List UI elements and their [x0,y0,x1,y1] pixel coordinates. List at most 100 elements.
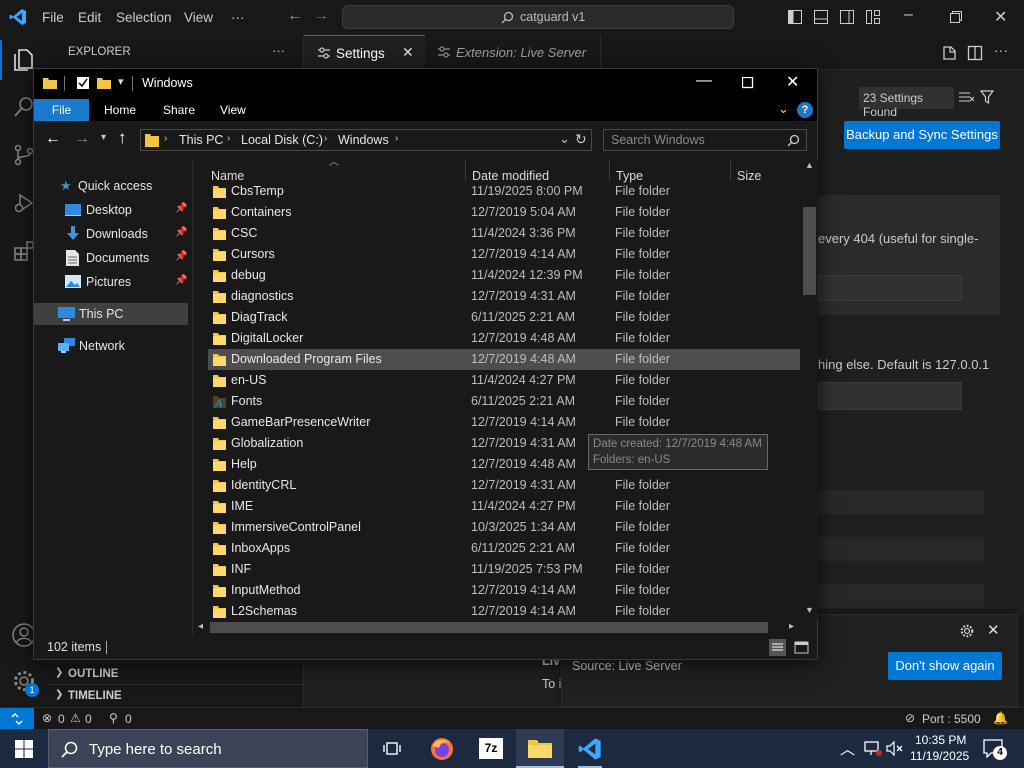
toggle-sidebar-icon[interactable] [788,10,802,24]
setting-input-1[interactable] [818,275,962,301]
menu-selection[interactable]: Selection [116,10,172,25]
menu-more[interactable]: ··· [231,10,245,25]
tab-extension-live-server[interactable]: Extension: Live Server [425,35,601,70]
close-tab-icon[interactable]: ✕ [402,44,414,61]
customize-layout-icon[interactable] [866,10,880,24]
network-status-icon[interactable] [864,741,882,756]
column-divider[interactable] [609,159,610,181]
file-row[interactable]: A Fonts 6/11/2025 2:21 AM File folder [208,391,800,412]
windows-start-icon[interactable] [15,740,33,758]
command-center[interactable]: catguard v1 [342,5,734,29]
ribbon-tab-share[interactable]: Share [163,103,195,117]
7zip-taskbar-button[interactable]: 7z [467,729,515,768]
nav-quick-access[interactable]: ★ Quick access [34,176,192,196]
new-folder-icon[interactable] [97,76,111,90]
split-editor-icon[interactable] [967,45,983,61]
menu-edit[interactable]: Edit [78,10,101,25]
scroll-left-icon[interactable]: ◂ [198,621,203,632]
expand-ribbon-icon[interactable]: ⌄ [778,101,789,117]
file-row[interactable]: Containers 12/7/2019 5:04 AM File folder [208,202,800,223]
back-arrow-icon[interactable]: ← [287,7,303,25]
notifications-bell-icon[interactable]: 🔔 [993,711,1008,725]
file-row[interactable]: CSC 11/4/2024 3:36 PM File folder [208,223,800,244]
nav-documents[interactable]: Documents 📌 [34,248,192,268]
column-divider[interactable] [730,159,731,181]
notification-close-icon[interactable]: ✕ [987,621,1000,639]
taskbar-search[interactable]: Type here to search [48,729,368,768]
menu-file[interactable]: File [42,10,64,25]
file-row[interactable]: Downloaded Program Files 12/7/2019 4:48 A… [208,349,800,370]
open-settings-json-icon[interactable] [941,45,957,61]
toggle-panel-icon[interactable] [814,10,828,24]
scroll-down-icon[interactable]: ▼ [805,605,814,615]
outline-section[interactable]: ❯ OUTLINE [48,662,304,684]
help-icon[interactable]: ? [797,102,813,118]
clear-filter-icon[interactable] [959,91,975,105]
maximize-icon[interactable] [742,77,754,89]
show-hidden-icons-icon[interactable]: ︿ [840,738,855,759]
file-row[interactable]: DigitalLocker 12/7/2019 4:48 AM File folde… [208,328,800,349]
ribbon-tab-home[interactable]: Home [104,103,136,117]
restore-icon[interactable] [950,11,962,23]
file-row[interactable]: IME 11/4/2024 4:27 PM File folder [208,496,800,517]
breadcrumb-windows[interactable]: Windows [338,133,389,147]
file-row[interactable]: INF 11/19/2025 7:53 PM File folder [208,559,800,580]
large-icons-view-icon[interactable] [793,639,810,656]
toggle-secondary-sidebar-icon[interactable] [840,10,854,24]
file-row[interactable]: DiagTrack 6/11/2025 2:21 AM File folder [208,307,800,328]
nav-desktop[interactable]: Desktop 📌 [34,200,192,220]
ribbon-tab-file[interactable]: File [34,99,89,121]
timeline-section[interactable]: ❯ TIMELINE [48,684,304,706]
file-row[interactable]: InputMethod 12/7/2019 4:14 AM File folder [208,580,800,601]
nav-downloads[interactable]: Downloads 📌 [34,224,192,244]
close-icon[interactable]: ✕ [994,7,1007,27]
clock-date[interactable]: 11/19/2025 [910,749,969,763]
scroll-up-icon[interactable]: ▲ [805,160,814,170]
task-view-button[interactable] [368,729,416,768]
menu-view[interactable]: View [184,10,213,25]
vertical-scrollbar[interactable]: ▲ ▼ [801,159,818,619]
forward-arrow-icon[interactable]: → [74,130,90,148]
back-arrow-icon[interactable]: ← [45,130,61,148]
file-row[interactable]: CbsTemp 11/19/2025 8:00 PM File folder [208,181,800,202]
file-row[interactable]: en-US 11/4/2024 4:27 PM File folder [208,370,800,391]
file-explorer-taskbar-button[interactable] [516,729,564,768]
vscode-taskbar-button[interactable] [566,729,614,768]
forward-arrow-icon[interactable]: → [313,7,329,25]
ribbon-tab-view[interactable]: View [220,103,246,117]
warning-count[interactable]: 0 [85,712,92,726]
up-arrow-icon[interactable]: ↑ [118,128,127,148]
editor-more-icon[interactable]: ··· [994,42,1008,58]
file-row[interactable]: Cursors 12/7/2019 4:14 AM File folder [208,244,800,265]
firefox-taskbar-button[interactable] [418,729,466,768]
file-row[interactable]: IdentityCRL 12/7/2019 4:31 AM File folder [208,475,800,496]
breadcrumb-this-pc[interactable]: This PC [179,133,223,147]
file-row[interactable]: diagnostics 12/7/2019 4:31 AM File folder [208,286,800,307]
port-status[interactable]: Port : 5500 [922,712,981,726]
ports-count[interactable]: 0 [125,712,132,726]
nav-this-pc[interactable]: This PC [34,303,188,325]
refresh-icon[interactable]: ↻ [575,131,587,148]
horizontal-scrollbar[interactable]: ◂ ▸ [193,619,801,636]
close-icon[interactable]: ✕ [786,72,799,92]
sidebar-more-button[interactable]: ··· [272,43,285,58]
remote-indicator[interactable] [0,708,34,730]
file-row[interactable]: debug 11/4/2024 12:39 PM File folder [208,265,800,286]
backup-sync-button[interactable]: Backup and Sync Settings [844,121,1000,149]
quick-access-dropdown-icon[interactable]: ▾ [118,75,124,88]
recent-locations-icon[interactable]: ▾ [101,132,106,143]
column-divider[interactable] [465,159,466,181]
file-row[interactable]: InboxApps 6/11/2025 2:21 AM File folder [208,538,800,559]
error-count[interactable]: 0 [58,712,65,726]
volume-muted-icon[interactable] [886,741,904,756]
vertical-scroll-thumb[interactable] [803,207,816,295]
scroll-right-icon[interactable]: ▸ [789,621,794,632]
notification-gear-icon[interactable] [959,623,975,639]
address-bar[interactable]: › This PC › Local Disk (C:) › Windows › … [140,129,592,151]
dont-show-again-button[interactable]: Don't show again [888,652,1002,680]
horizontal-scroll-thumb[interactable] [210,622,768,633]
details-view-icon[interactable] [769,639,786,656]
breadcrumb-local-disk[interactable]: Local Disk (C:) [241,133,323,147]
minimize-icon[interactable]: – [904,6,913,24]
file-row[interactable]: GameBarPresenceWriter 12/7/2019 4:14 AM Fi… [208,412,800,433]
